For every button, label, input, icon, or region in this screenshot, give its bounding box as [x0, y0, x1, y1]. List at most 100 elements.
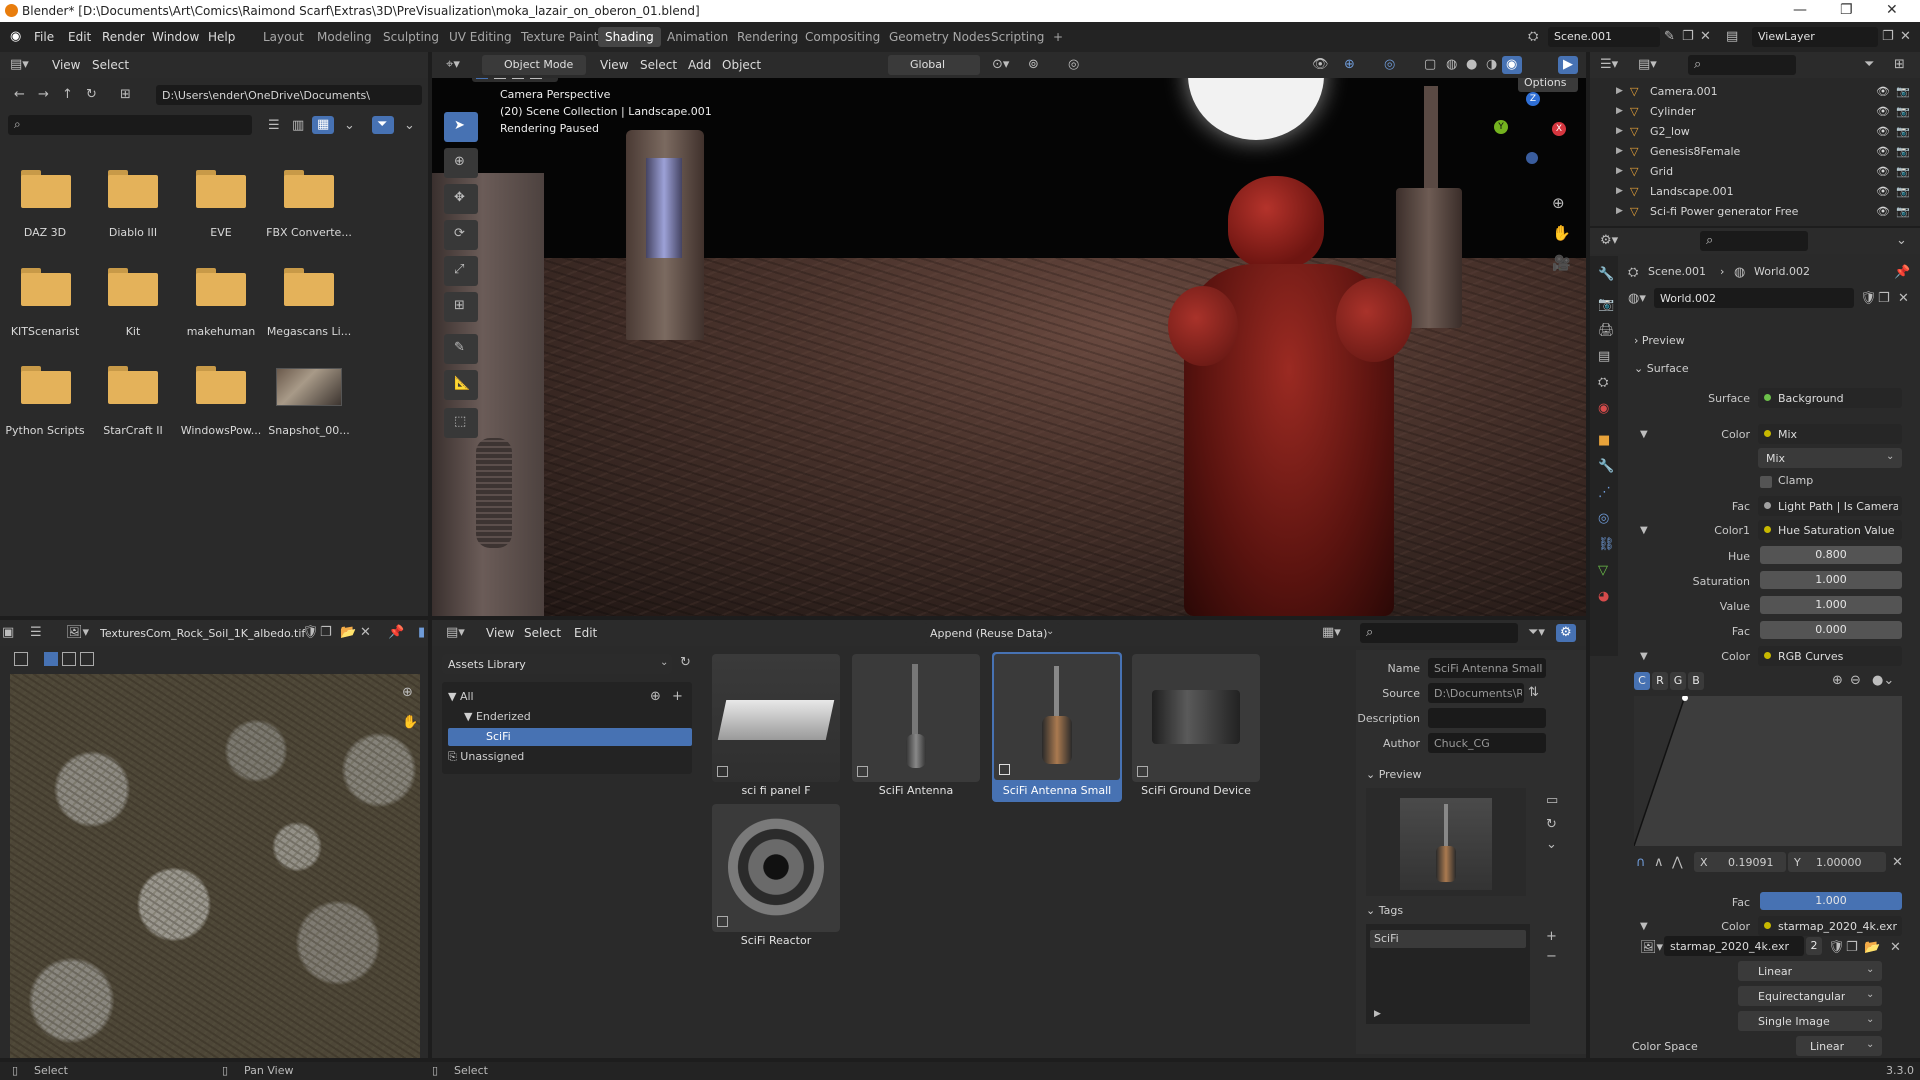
add-workspace-button[interactable]: +	[1046, 27, 1070, 47]
select-invert-icon[interactable]	[530, 78, 542, 79]
new-scene-icon[interactable]: ❐	[1682, 30, 1694, 43]
open-source-icon[interactable]: ⇅	[1528, 686, 1539, 699]
expand-arrow-icon[interactable]: ▶	[1616, 166, 1623, 176]
pan-hand-icon[interactable]: ✋	[402, 716, 418, 729]
interpolation-select[interactable]: Linear ⌄	[1738, 961, 1882, 981]
data-tab-icon[interactable]: ▽	[1598, 564, 1608, 577]
zoom-out-icon[interactable]: ⊖	[1850, 674, 1861, 687]
folder-icon[interactable]	[108, 366, 158, 404]
editor-type-icon[interactable]: ☰▾	[1600, 58, 1618, 71]
forward-icon[interactable]: →	[38, 88, 49, 101]
visibility-eye-icon[interactable]: 👁	[1876, 85, 1890, 98]
scale-tool-button[interactable]: ⤢	[444, 256, 478, 286]
render-button[interactable]: ▶	[1558, 56, 1578, 74]
unlink-icon[interactable]: ✕	[1898, 292, 1909, 305]
render-camera-icon[interactable]: 📷	[1896, 145, 1910, 158]
menu-help[interactable]: Help	[208, 30, 235, 44]
asset-description-field[interactable]	[1428, 708, 1546, 728]
view-layer-tab-icon[interactable]: ▤	[1598, 350, 1610, 363]
short-list-icon[interactable]: ▥	[292, 119, 304, 132]
clamp-checkbox[interactable]	[1760, 476, 1772, 488]
asset-checkbox[interactable]	[857, 766, 868, 777]
parent-dir-icon[interactable]: ↑	[62, 88, 73, 101]
render-tab-icon[interactable]: 📷	[1598, 298, 1614, 311]
gizmo-axis-x[interactable]: X	[1552, 122, 1566, 136]
display-mode-icon[interactable]: ▤▾	[1638, 58, 1657, 71]
outliner-item[interactable]: ▶ ▽ Landscape.001 👁 📷	[1590, 182, 1920, 202]
folder-icon[interactable]	[196, 268, 246, 306]
pan-hand-icon[interactable]: ✋	[1552, 226, 1571, 241]
editor-type-icon[interactable]: ⌖▾	[446, 58, 460, 71]
camera-view-icon[interactable]: 🎥	[1552, 256, 1571, 271]
tab-geometry-nodes[interactable]: Geometry Nodes	[882, 27, 997, 47]
fac2-slider[interactable]: 0.000	[1760, 621, 1902, 639]
outliner-search-input[interactable]: ⌕	[1688, 55, 1796, 75]
snap-icon[interactable]: ⊚	[1028, 58, 1039, 71]
expand-arrow-icon[interactable]: ▶	[1616, 146, 1623, 156]
pin-icon[interactable]: 📌	[1894, 266, 1910, 279]
solid-shading-icon[interactable]: ●	[1466, 58, 1477, 71]
asset-source-field[interactable]: D:\Documents\R...	[1428, 683, 1524, 703]
list-view-icon[interactable]: ☰	[268, 119, 280, 132]
asset-author-field[interactable]: Chuck_CG	[1428, 733, 1546, 753]
tag-item[interactable]: SciFi	[1370, 930, 1526, 948]
gizmo-axis-y[interactable]: Y	[1494, 120, 1508, 134]
select-extend-icon[interactable]	[62, 652, 76, 666]
editor-type-icon[interactable]: ▤▾	[446, 626, 465, 639]
curve-channel-c[interactable]: C	[1634, 672, 1650, 690]
select-new-icon[interactable]	[44, 652, 58, 666]
select-tool-button[interactable]: ➤	[444, 112, 478, 142]
outliner-item[interactable]: ▶ ▽ Cylinder 👁 📷	[1590, 102, 1920, 122]
visibility-eye-icon[interactable]: 👁	[1876, 205, 1890, 218]
render-camera-icon[interactable]: 📷	[1896, 185, 1910, 198]
options-dropdown[interactable]: Options	[1518, 78, 1578, 92]
select-subtract-icon[interactable]	[512, 78, 524, 79]
menu-view[interactable]: View	[52, 58, 80, 72]
expand-arrow-icon[interactable]: ▶	[1616, 126, 1623, 136]
menu-window[interactable]: Window	[152, 30, 199, 44]
projection-select[interactable]: Equirectangular ⌄	[1738, 986, 1882, 1006]
transform-orientation-selector[interactable]: Global	[888, 55, 980, 75]
collapse-arrow-icon[interactable]: ▼	[1640, 922, 1648, 932]
folder-icon[interactable]	[108, 170, 158, 208]
world-browse-icon[interactable]: ◍▾	[1628, 292, 1646, 305]
tab-layout[interactable]: Layout	[256, 27, 311, 47]
zoom-icon[interactable]: ⊕	[1552, 196, 1565, 211]
curve-channel-r[interactable]: R	[1652, 672, 1668, 690]
xray-icon[interactable]: ▢	[1424, 58, 1436, 71]
outliner-item[interactable]: ▶ ▽ Sci-fi Power generator Free 👁 📷	[1590, 202, 1920, 222]
thumbnail-view-button[interactable]: ▦	[312, 116, 334, 134]
expand-arrow-icon[interactable]: ▶	[1616, 186, 1623, 196]
vector-handle-icon[interactable]: ∩	[1636, 856, 1646, 869]
visibility-icon[interactable]: 👁	[1312, 58, 1329, 71]
delete-view-layer-icon[interactable]: ✕	[1900, 30, 1911, 43]
gizmo-axis-neg[interactable]	[1526, 152, 1538, 164]
visibility-eye-icon[interactable]: 👁	[1876, 105, 1890, 118]
unlink-icon[interactable]: ✕	[360, 626, 371, 639]
folder-icon[interactable]	[284, 268, 334, 306]
menu-render[interactable]: Render	[102, 30, 145, 44]
folder-icon[interactable]	[21, 268, 71, 306]
surface-panel-toggle[interactable]: ⌄ Surface	[1634, 362, 1689, 375]
fac3-slider[interactable]: 1.000	[1760, 892, 1902, 910]
cursor-tool-button[interactable]: ⊕	[444, 148, 478, 178]
output-tab-icon[interactable]: 🖨	[1598, 324, 1615, 337]
new-collection-icon[interactable]: ⊞	[1894, 58, 1905, 71]
menu-select[interactable]: Select	[524, 626, 561, 640]
outliner-item[interactable]: ▶ ▽ G2_low 👁 📷	[1590, 122, 1920, 142]
preview-panel-toggle[interactable]: › Preview	[1634, 334, 1685, 347]
gizmo-axis-z[interactable]: Z	[1526, 92, 1540, 106]
particles-tab-icon[interactable]: ⋰	[1598, 486, 1611, 499]
menu-edit[interactable]: Edit	[68, 30, 91, 44]
add-cube-tool-button[interactable]: ⬚	[444, 408, 478, 438]
move-tool-button[interactable]: ✥	[444, 184, 478, 214]
preview-load-icon[interactable]: ▭	[1546, 794, 1558, 807]
preview-section-toggle[interactable]: ⌄ Preview	[1366, 768, 1422, 781]
new-view-layer-icon[interactable]: ❐	[1882, 30, 1894, 43]
object-tab-icon[interactable]: ■	[1598, 434, 1610, 447]
folder-icon[interactable]	[284, 170, 334, 208]
sort-dropdown-icon[interactable]: ⌄	[344, 119, 355, 132]
image-users-count[interactable]: 2	[1806, 937, 1822, 955]
color-space-select[interactable]: Linear ⌄	[1796, 1036, 1882, 1056]
scene-selector[interactable]: Scene.001	[1548, 27, 1660, 47]
